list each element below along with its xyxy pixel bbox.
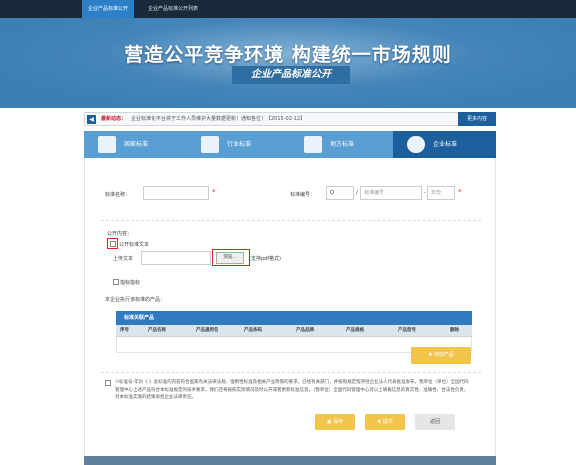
required-mark: * [458, 188, 462, 196]
more-button[interactable]: 更多内容 [458, 112, 496, 126]
tab-enterprise-standard-list[interactable]: 企业产品标准公开列表 [142, 0, 204, 18]
slash-separator: / [356, 190, 358, 196]
banner-title: 营造公平竞争环境 构建统一市场规则 [124, 44, 452, 66]
briefcase-icon [201, 136, 219, 153]
number-prefix[interactable]: Q [326, 186, 354, 200]
tab-label: 地方标准 [330, 141, 355, 148]
divider [101, 220, 481, 221]
notice-label: 最新动态： [101, 116, 127, 122]
format-hint: (支持pdf格式) [249, 256, 282, 262]
tab-enterprise-standard-public[interactable]: 企业产品标准公开 [82, 0, 135, 18]
add-product-button[interactable]: ✚ 增加产品 [411, 347, 471, 364]
submit-label: 提交 [382, 419, 393, 425]
table-header: 序号 产品名称 产品通用名 产品条码 产品品牌 产品规格 产品型号 删除 [116, 325, 472, 337]
tab-industry-standard[interactable]: 行业标准 [187, 131, 290, 158]
tab-label: 国家标准 [124, 141, 149, 148]
dash-separator: - [424, 190, 426, 196]
search-cloud-icon [407, 136, 425, 153]
save-button[interactable]: ▣ 保存 [315, 414, 355, 430]
file-path-input[interactable] [141, 251, 211, 265]
save-label: 保存 [333, 419, 344, 425]
divider [101, 372, 481, 373]
column-header: 产品规格 [346, 328, 364, 333]
year-input[interactable]: 年份 [427, 186, 455, 200]
column-header: 序号 [120, 328, 129, 333]
public-text-label: 公开标准文本 [119, 242, 150, 248]
public-text-checkbox[interactable] [110, 241, 116, 247]
banner-subtitle: 企业产品标准公开 [232, 66, 350, 84]
declaration-checkbox[interactable] [105, 380, 111, 386]
tab-local-standard[interactable]: 地方标准 [290, 131, 393, 158]
required-mark: * [212, 188, 216, 196]
notice-text[interactable]: 企业标准化平台将于工作人员维护大量数据更新！通知各位！【2015-02-12】 [131, 113, 305, 125]
number-input[interactable]: 标准编号 [360, 186, 422, 200]
banner: 营造公平竞争环境 构建统一市场规则 企业产品标准公开 [0, 18, 576, 108]
name-label: 标准名称： [105, 192, 131, 198]
notice-bar: ◀ 最新动态： 企业标准化平台将于工作人员维护大量数据更新！通知各位！【2015… [84, 112, 496, 126]
add-product-label: 增加产品 [433, 352, 454, 358]
column-header: 删除 [450, 328, 459, 333]
public-label: 公开内容： [107, 231, 133, 237]
tab-label: 行业标准 [227, 141, 252, 148]
standard-form: 标准名称： * 标准编号： Q / 标准编号 - 年份 * 公开内容： 公开标准… [84, 158, 496, 456]
number-label: 标准编号： [290, 192, 316, 198]
top-nav: 企业产品标准公开 企业产品标准公开列表 [0, 0, 576, 18]
column-header: 产品型号 [398, 328, 416, 333]
browse-button[interactable]: 浏览... [216, 252, 244, 264]
index-label: 指标指标 [120, 280, 141, 286]
back-button[interactable]: 返回 [415, 414, 455, 430]
column-header: 产品品牌 [296, 328, 314, 333]
products-heading: 本企业执行该标准的产品： [105, 297, 166, 303]
declaration-text: ①标准号-年份《 》此标准的内容符合国家有关法律法规、强制性标准及相关产业政策的… [115, 380, 469, 400]
tab-enterprise-standard[interactable]: 企业标准 [393, 131, 496, 158]
table-caption: 标准关联产品 [116, 311, 472, 325]
column-header: 产品条码 [244, 328, 262, 333]
index-checkbox[interactable] [113, 279, 119, 285]
tab-label: 企业标准 [433, 141, 458, 148]
name-input[interactable] [143, 186, 209, 200]
column-header: 产品名称 [148, 328, 166, 333]
upload-label: 上传文本 [113, 256, 134, 262]
document-icon [98, 136, 116, 153]
clipboard-icon [304, 136, 322, 153]
submit-button[interactable]: ✚ 提交 [365, 414, 405, 430]
tab-national-standard[interactable]: 国家标准 [84, 131, 187, 158]
category-tabs: 国家标准 行业标准 地方标准 企业标准 [84, 131, 496, 158]
column-header: 产品通用名 [196, 328, 219, 333]
footer-bar [84, 456, 496, 465]
speaker-icon: ◀ [87, 115, 96, 124]
